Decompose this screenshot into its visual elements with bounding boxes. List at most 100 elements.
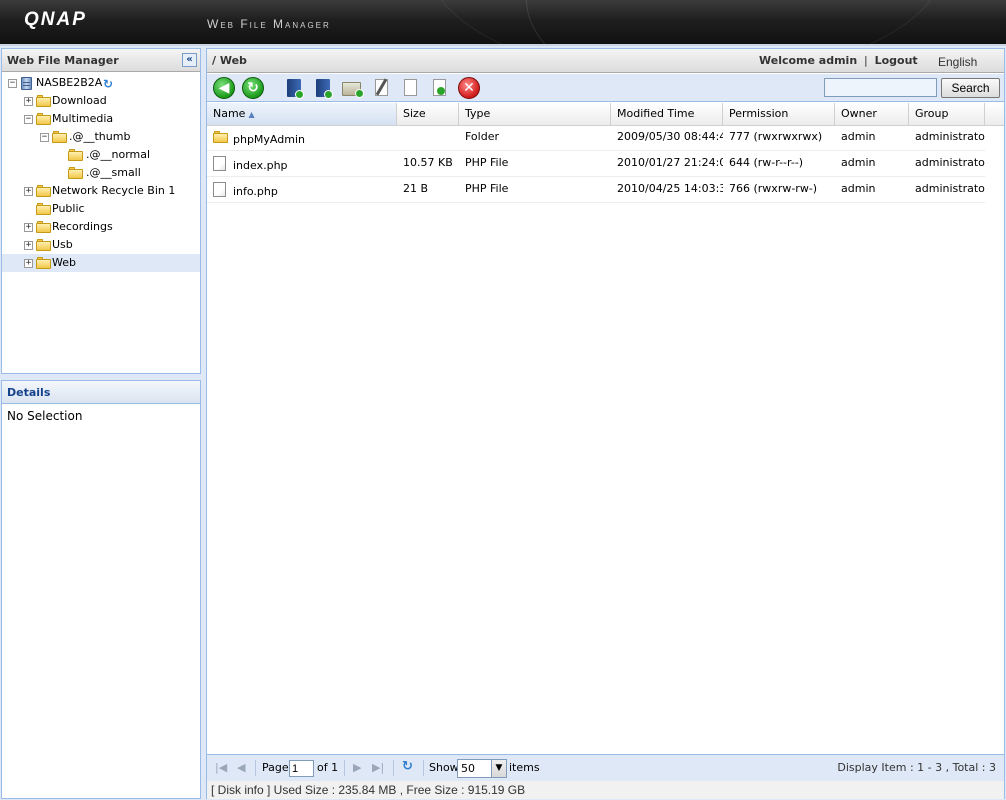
first-page-icon[interactable]: |◀ [215,761,227,774]
chevron-down-icon[interactable]: ▼ [491,760,506,777]
tree-item-network-recycle-bin[interactable]: + Network Recycle Bin 1 [2,182,200,200]
folder-open-icon [36,113,51,125]
search-input[interactable] [824,78,937,97]
column-header-size[interactable]: Size [397,103,459,125]
move-icon[interactable] [428,77,450,99]
tree-item-recordings[interactable]: + Recordings [2,218,200,236]
language-selector[interactable]: English [938,55,977,69]
separator [423,760,424,776]
qnap-logo: QNAP [24,9,87,30]
table-row[interactable]: info.php 21 B PHP File 2010/04/25 14:03:… [207,178,985,203]
logout-link[interactable]: Logout [875,54,918,67]
cell-size: 10.57 KB [403,156,453,169]
rename-icon[interactable] [370,77,392,99]
refresh-icon[interactable]: ↻ [242,77,264,99]
folder-tree-panel: Web File Manager « − NASBE2B2A ↻ + Downl… [1,48,201,374]
folder-tree-header: Web File Manager « [2,49,200,72]
table-row[interactable]: phpMyAdmin Folder 2009/05/30 08:44:48 77… [207,126,985,151]
folder-tree-title: Web File Manager [7,54,119,67]
tree-item-public[interactable]: Public [2,200,200,218]
tree-item-label: Network Recycle Bin 1 [52,184,176,197]
sort-ascending-icon: ▲ [248,110,255,119]
cell-type: PHP File [465,182,509,195]
cell-group: administrators [915,182,985,195]
refresh-icon[interactable]: ↻ [103,75,113,93]
copy-icon[interactable] [399,77,421,99]
path-bar: / Web Welcome admin | Logout English [207,49,1004,73]
tree-item-small[interactable]: .@__small [2,164,200,182]
file-icon [213,182,228,197]
separator [393,760,394,776]
tree-root-nasbe2b2a[interactable]: − NASBE2B2A ↻ [2,74,200,92]
tree-item-download[interactable]: + Download [2,92,200,110]
tree-item-normal[interactable]: .@__normal [2,146,200,164]
collapse-icon[interactable]: − [8,79,17,88]
separator [255,760,256,776]
folder-icon [213,131,228,144]
download-icon[interactable] [312,77,334,99]
server-icon [21,77,32,90]
folder-icon [36,185,51,197]
grid-header: Name ▲ Size Type Modified Time Permission… [207,103,1004,126]
separator: | [864,54,868,67]
collapse-icon[interactable]: − [24,115,33,124]
folder-icon [36,257,51,269]
tree-item-label: .@__small [86,166,141,179]
last-page-icon[interactable]: ▶| [372,761,384,774]
tree-item-multimedia[interactable]: − Multimedia [2,110,200,128]
cell-name: info.php [233,185,278,198]
tree-item-label: Usb [52,238,73,251]
app-header: QNAP Web File Manager [0,0,1006,44]
table-row[interactable]: index.php 10.57 KB PHP File 2010/01/27 2… [207,152,985,177]
folder-icon [36,221,51,233]
expand-icon[interactable]: + [24,97,33,106]
current-path: / Web [212,54,247,67]
column-header-type[interactable]: Type [459,103,611,125]
app-title: Web File Manager [207,17,331,31]
cell-permission: 644 (rw-r--r--) [729,156,804,169]
tree-item-thumb[interactable]: − .@__thumb [2,128,200,146]
back-icon[interactable]: ◀ [213,77,235,99]
delete-icon[interactable]: ✕ [458,77,480,99]
column-header-name[interactable]: Name ▲ [207,103,397,125]
column-header-owner[interactable]: Owner [835,103,909,125]
folder-icon [36,95,51,107]
page-size-select[interactable]: 50 ▼ [457,759,507,778]
cell-modified: 2009/05/30 08:44:48 [617,130,723,143]
details-header: Details [2,381,200,404]
cell-owner: admin [841,130,876,143]
items-label: items [509,761,540,774]
refresh-icon[interactable]: ↻ [402,759,413,774]
expand-icon[interactable]: + [24,223,33,232]
search-button[interactable]: Search [941,78,1000,98]
details-panel: Details No Selection [1,380,201,799]
disk-info: [ Disk info ] Used Size : 235.84 MB , Fr… [207,781,1004,799]
folder-tree: − NASBE2B2A ↻ + Download − Multimedia − … [2,72,200,272]
expand-icon[interactable]: + [24,241,33,250]
double-chevron-left-icon[interactable]: « [182,53,197,67]
cell-group: administrators [915,130,985,143]
tree-item-usb[interactable]: + Usb [2,236,200,254]
folder-icon [36,203,51,215]
expand-icon[interactable]: + [24,259,33,268]
tree-item-web[interactable]: + Web [2,254,200,272]
new-folder-icon[interactable] [341,77,364,99]
cell-name: index.php [233,159,288,172]
page-number-input[interactable] [289,760,314,777]
next-page-icon[interactable]: ▶ [353,761,361,774]
column-header-permission[interactable]: Permission [723,103,835,125]
details-text: No Selection [7,409,83,423]
folder-icon [68,167,83,179]
prev-page-icon[interactable]: ◀ [237,761,245,774]
tree-item-label: Recordings [52,220,113,233]
upload-icon[interactable] [283,77,305,99]
column-header-modified[interactable]: Modified Time [611,103,723,125]
expand-icon[interactable]: + [24,187,33,196]
file-list-panel: / Web Welcome admin | Logout English ◀ ↻… [206,48,1005,799]
column-header-group[interactable]: Group [909,103,985,125]
cell-type: Folder [465,130,499,143]
collapse-icon[interactable]: − [40,133,49,142]
separator [344,760,345,776]
cell-permission: 766 (rwxrw-rw-) [729,182,818,195]
cell-size [397,126,459,151]
